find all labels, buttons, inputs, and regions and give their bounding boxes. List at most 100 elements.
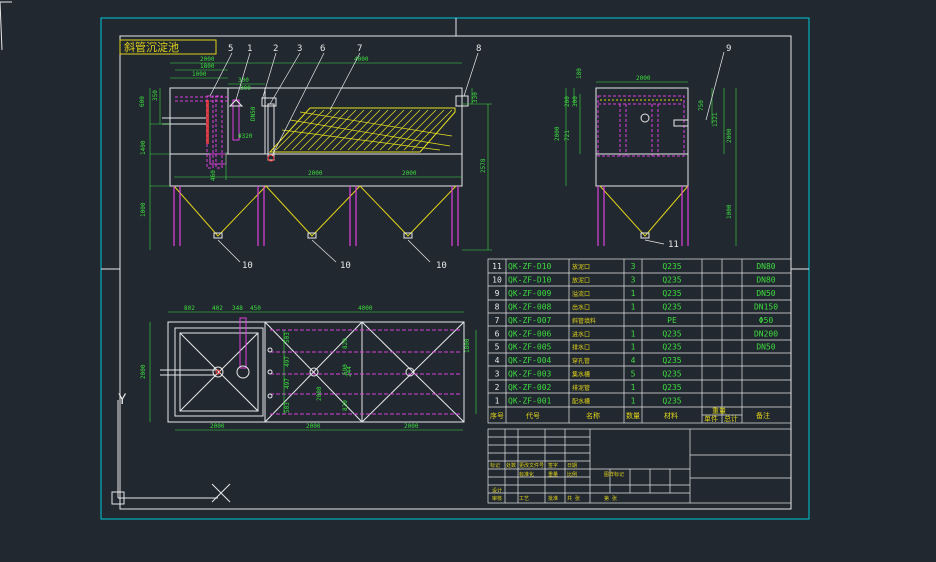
bom-cell-code: QK-ZF-005 (508, 343, 552, 352)
bom-cell-no: 11 (492, 262, 502, 271)
plan-dim-left: 2000 (140, 364, 147, 379)
tube-settler-hatch (268, 107, 456, 153)
plan-dim-inner-3: 503 (284, 402, 291, 413)
plan-dim-bottom-0: 2000 (210, 423, 225, 430)
front-dim-left-1: 350 (152, 90, 159, 101)
front-dim-right-1: 2578 (480, 158, 487, 173)
plan-dim-inner-8: 820 (342, 400, 349, 411)
front-dim-small-1: Φ320 (238, 133, 253, 140)
bom-cell-code: QK-ZF-007 (508, 316, 552, 325)
bom-cell-material: Q235 (662, 383, 681, 392)
tb-label-7: 审核 (492, 495, 502, 502)
tb-label-9: 批准 (548, 495, 558, 502)
bom-cell-material: Q235 (662, 302, 681, 311)
front-dim-top-3: 300 (238, 77, 249, 84)
bom-head-mat: 材料 (664, 411, 678, 420)
callout-5: 5 (228, 44, 233, 54)
bom-cell-remark: DN80 (756, 262, 775, 271)
plan-dim-inner-6: 244 (346, 366, 353, 377)
plan-dim-inner-7: 2080 (316, 386, 323, 401)
callout-10c: 10 (436, 261, 447, 271)
tb-label-1: 处数 (506, 462, 516, 469)
front-dim-top-2: 1000 (192, 71, 207, 78)
callout-2: 2 (273, 44, 278, 54)
bom-cell-material: PE (667, 316, 677, 325)
front-dim-bottom-0: 2000 (308, 170, 323, 177)
side-dim-left-1: 200 (564, 96, 571, 107)
bom-cell-qty: 1 (631, 329, 636, 338)
bom-cell-qty: 4 (631, 356, 636, 365)
tb-label-5: 设计 (492, 487, 502, 494)
bom-cell-code: QK-ZF-002 (508, 383, 552, 392)
callout-1: 1 (247, 44, 252, 54)
tb-label-8: 工艺 (519, 496, 529, 502)
bom-cell-name: 配水槽 (572, 398, 590, 406)
cad-drawing: 斜管沉淀池 2000 1800 1000 300 300 4000 600 35… (0, 1, 810, 520)
bom-head-qty: 数量 (626, 411, 640, 420)
bom-cell-qty: 3 (631, 262, 636, 271)
bom-head-remark: 备注 (756, 411, 770, 420)
bom-rows: 11 QK-ZF-D10 放泥口 3 Q235 DN8010 QK-ZF-D10 放泥口 3 Q2… (492, 262, 778, 406)
bom-cell-material: Q235 (662, 356, 681, 365)
callout-6: 6 (320, 44, 325, 54)
side-dim-right-2: 2000 (726, 128, 733, 143)
bom-header: 序号 代号 名称 数量 材料 单件 总计 备注 重量 (490, 407, 770, 423)
title-block-labels: 标记 处数 更改文件号 签字 日期 设计 标准化 审核 工艺 批准 图样标记 重… (490, 462, 624, 502)
front-dim-right-0: 330 (472, 92, 479, 103)
bom-cell-no: 7 (495, 316, 500, 325)
ucs-y-label: Y (118, 392, 127, 408)
bom-cell-qty: 1 (631, 289, 636, 298)
bom-cell-remark: DN50 (756, 343, 775, 352)
callout-10b: 10 (340, 261, 351, 271)
front-dim-small-0: 460 (210, 170, 217, 181)
plan-dim-top-2: 348 (232, 305, 243, 312)
plan-dim-bottom-2: 2000 (404, 423, 419, 430)
bom-cell-material: Q235 (662, 370, 681, 379)
plan-view: 802 402 348 450 4000 2000 1800 503 497 4… (140, 305, 477, 431)
tb-label-4: 日期 (567, 463, 577, 469)
tb-label-2: 更改文件号 (519, 462, 544, 469)
front-dim-left-0: 600 (139, 96, 146, 107)
bom-head-unit: 单件 (704, 414, 718, 423)
plan-dim-inner-1: 497 (284, 356, 291, 367)
plan-dim-top-1: 402 (212, 305, 223, 312)
side-dim-left-0: 180 (576, 68, 583, 79)
side-view: 2000 180 200 300 2000 721 750 1321 2000 … (554, 44, 737, 250)
tb-label-13: 共 张 (567, 495, 580, 502)
callout-8: 8 (476, 44, 481, 54)
bom-cell-name: 放泥口 (572, 276, 590, 284)
bom-cell-material: Q235 (662, 329, 681, 338)
bom-cell-code: QK-ZF-008 (508, 302, 552, 311)
bom-cell-code: QK-ZF-004 (508, 356, 552, 365)
bom-cell-qty: 1 (631, 383, 636, 392)
callout-10a: 10 (242, 261, 253, 271)
callout-9: 9 (726, 44, 731, 54)
bom-cell-no: 5 (495, 343, 500, 352)
bom-cell-code: QK-ZF-D10 (508, 275, 552, 284)
callout-11: 11 (668, 240, 679, 250)
bom-cell-code: QK-ZF-009 (508, 289, 552, 298)
side-dim-top: 2000 (636, 75, 651, 82)
side-dim-right-3: 1000 (726, 204, 733, 219)
bom-cell-material: Q235 (662, 262, 681, 271)
tb-label-6: 标准化 (519, 471, 534, 478)
bom-cell-remark: DN150 (754, 302, 778, 311)
bom-cell-name: 进水口 (572, 330, 590, 338)
front-dim-bottom-1: 2000 (402, 170, 417, 177)
bom-cell-name: 溢流口 (572, 290, 590, 298)
bom-cell-material: Q235 (662, 397, 681, 406)
front-dim-top-0: 2000 (200, 56, 215, 63)
bom-cell-name: 斜管填料 (572, 317, 596, 325)
bom-cell-qty: 1 (631, 397, 636, 406)
callout-7: 7 (357, 44, 362, 54)
bom-cell-no: 1 (495, 397, 500, 406)
bom-cell-name: 排水口 (572, 344, 590, 352)
side-dim-right-0: 750 (698, 100, 705, 111)
tb-label-10: 图样标记 (604, 471, 624, 478)
bom-cell-qty: 3 (631, 275, 636, 284)
plan-dim-inner-0: 503 (284, 332, 291, 343)
bom-cell-qty: 1 (631, 343, 636, 352)
bom-head-name: 名称 (586, 411, 600, 420)
title-tag: 斜管沉淀池 (124, 40, 179, 54)
side-dim-left-3: 2000 (554, 126, 561, 141)
